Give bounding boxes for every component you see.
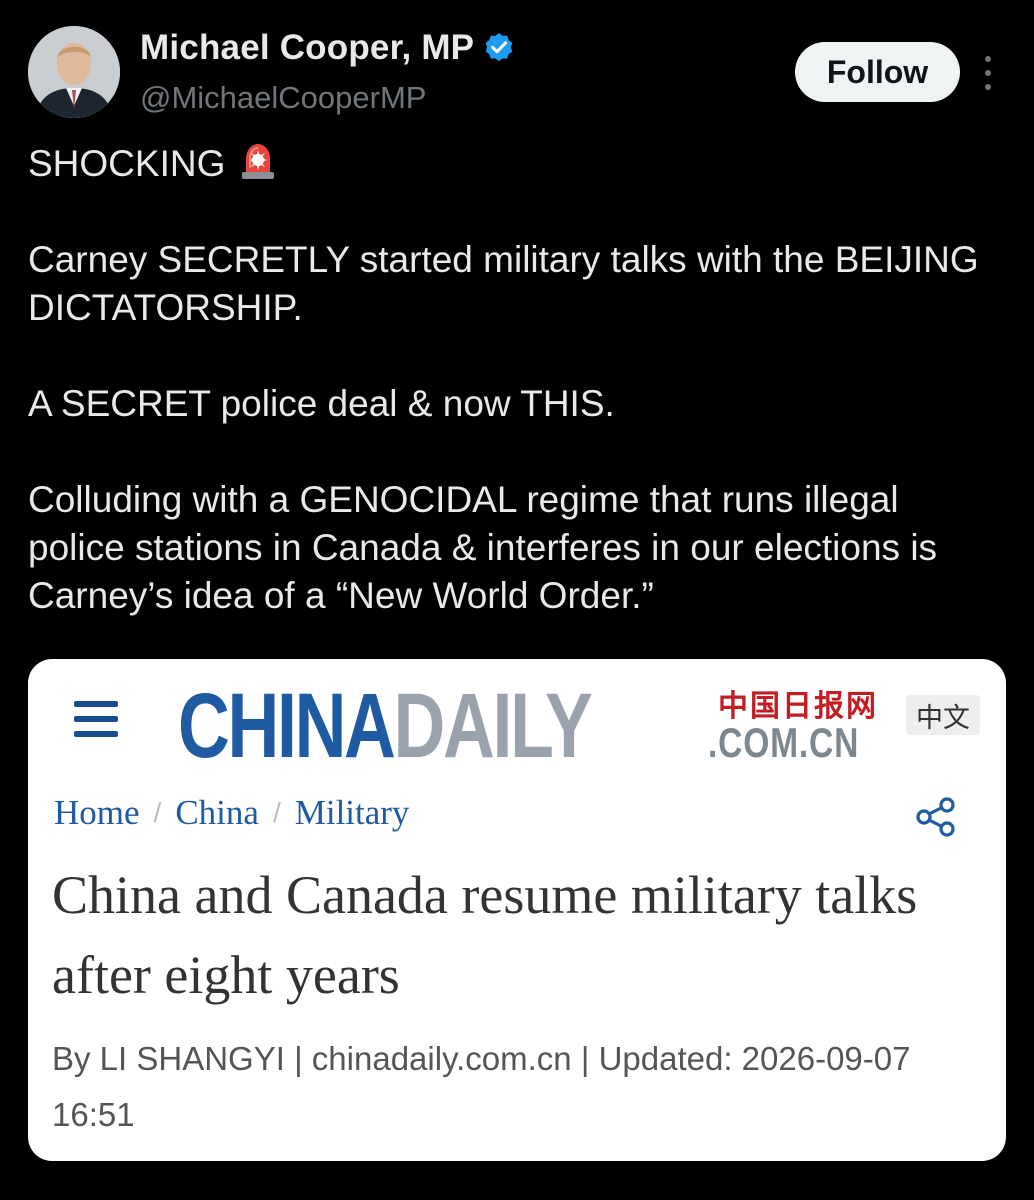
logo-wordmark: CHINADAILY: [178, 680, 593, 772]
police-siren-icon: [236, 138, 280, 182]
more-options-icon[interactable]: [978, 56, 998, 90]
tweet-line-3: A SECRET police deal & now THIS.: [28, 383, 615, 424]
avatar-image: [28, 26, 120, 118]
breadcrumb-military[interactable]: Military: [295, 793, 410, 833]
chinadaily-logo[interactable]: CHINADAILY 中国日报网 .COM.CN: [178, 675, 878, 775]
article-headline[interactable]: China and Canada resume military talks a…: [52, 855, 982, 1015]
breadcrumb-china[interactable]: China: [175, 793, 259, 833]
tweet-line-1-text: SHOCKING: [28, 143, 226, 184]
logo-domain: .COM.CN: [708, 719, 860, 766]
tweet: Michael Cooper, MP @MichaelCooperMP Foll…: [0, 0, 1034, 1200]
tweet-text: SHOCKING Carney SECRETLY started militar…: [28, 138, 998, 620]
tweet-line-2: Carney SECRETLY started military talks w…: [28, 239, 979, 328]
link-preview-card[interactable]: CHINADAILY 中国日报网 .COM.CN 中文 Home / China…: [28, 659, 1006, 1161]
tweet-line-4: Colluding with a GENOCIDAL regime that r…: [28, 479, 938, 616]
logo-daily-text: DAILY: [393, 675, 593, 777]
follow-button[interactable]: Follow: [795, 42, 960, 102]
hamburger-menu-icon[interactable]: [74, 701, 118, 737]
name-row: Michael Cooper, MP: [140, 28, 516, 68]
verified-badge-icon: [482, 31, 516, 65]
breadcrumb: Home / China / Military: [54, 793, 409, 833]
language-toggle-button[interactable]: 中文: [906, 695, 980, 735]
share-icon[interactable]: [914, 795, 958, 839]
breadcrumb-separator: /: [272, 797, 281, 828]
breadcrumb-separator: /: [153, 797, 162, 828]
display-name[interactable]: Michael Cooper, MP: [140, 28, 474, 68]
avatar[interactable]: [28, 26, 120, 118]
tweet-line-1: SHOCKING: [28, 138, 998, 188]
handle[interactable]: @MichaelCooperMP: [140, 80, 426, 116]
logo-china-text: CHINA: [178, 675, 396, 777]
article-byline: By LI SHANGYI | chinadaily.com.cn | Upda…: [52, 1040, 911, 1133]
breadcrumb-home[interactable]: Home: [54, 793, 140, 833]
